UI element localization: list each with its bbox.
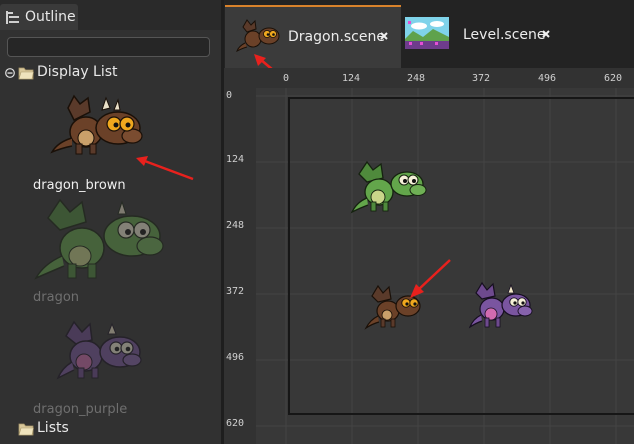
dragon-purple-thumbnail[interactable] <box>56 318 144 384</box>
stage-dragon-green[interactable] <box>349 160 429 218</box>
ruler-top-tick: 620 <box>604 73 623 84</box>
stage-dragon-purple[interactable] <box>468 281 534 331</box>
editor-area: Dragon.scene Level.scene 0 124 248 372 4… <box>224 0 634 444</box>
ruler-left: 0 124 248 372 496 620 <box>224 88 256 444</box>
ruler-top-tick: 248 <box>407 73 426 84</box>
dragon-brown-sprite <box>50 94 143 155</box>
tree-label-display-list: Display List <box>37 64 118 80</box>
ruler-left-tick: 124 <box>226 154 245 165</box>
outline-panel: Outline Display List dragon_brown dragon… <box>0 0 221 444</box>
tree-node-display-list[interactable]: Display List <box>0 64 221 84</box>
outline-tab-label: Outline <box>25 9 76 25</box>
ruler-left-tick: 248 <box>226 220 245 231</box>
dragon-scene-thumbnail-icon <box>236 19 280 53</box>
tab-dragon-scene-label: Dragon.scene <box>288 29 385 45</box>
collapse-icon[interactable] <box>5 68 15 78</box>
stage-annotation-arrow <box>410 259 451 298</box>
list-item-dragon[interactable]: dragon <box>33 290 79 305</box>
outline-filter-input[interactable] <box>7 37 210 57</box>
dragon-purple-sprite <box>56 320 142 380</box>
scene-viewport[interactable] <box>256 88 634 444</box>
ruler-top-tick: 496 <box>538 73 557 84</box>
dragon-green-thumbnail[interactable] <box>30 196 170 288</box>
ruler-left-tick: 0 <box>226 90 233 101</box>
ruler-top: 0 124 248 372 496 620 <box>224 68 634 88</box>
ruler-left-tick: 372 <box>226 286 245 297</box>
folder-icon <box>18 423 34 436</box>
editor-tabbar: Dragon.scene Level.scene <box>224 0 634 77</box>
tab-level-scene[interactable]: Level.scene <box>402 5 562 68</box>
outline-tabbar: Outline <box>0 0 221 30</box>
ruler-top-tick: 124 <box>342 73 361 84</box>
tab-level-scene-label: Level.scene <box>463 27 546 43</box>
list-item-dragon-purple[interactable]: dragon_purple <box>33 402 127 417</box>
tree-label-lists: Lists <box>37 420 69 436</box>
ruler-left-tick: 620 <box>226 418 245 429</box>
scene-canvas[interactable]: 0 124 248 372 496 620 0 124 248 372 496 … <box>224 68 634 444</box>
annotation-arrow <box>136 156 194 181</box>
ruler-left-tick: 496 <box>226 352 245 363</box>
ruler-top-tick: 0 <box>283 73 290 84</box>
list-item-dragon-brown[interactable]: dragon_brown <box>33 178 126 193</box>
close-icon[interactable] <box>541 29 551 39</box>
dragon-green-sprite <box>34 198 164 280</box>
tab-outline[interactable]: Outline <box>0 4 78 30</box>
scene-bounds <box>288 97 634 415</box>
folder-open-icon <box>18 67 34 80</box>
tree-node-lists[interactable]: Lists <box>0 420 221 440</box>
close-icon[interactable] <box>379 31 389 41</box>
ruler-top-tick: 372 <box>472 73 491 84</box>
outline-tree-icon <box>6 11 19 24</box>
level-scene-thumbnail-icon <box>405 17 449 49</box>
